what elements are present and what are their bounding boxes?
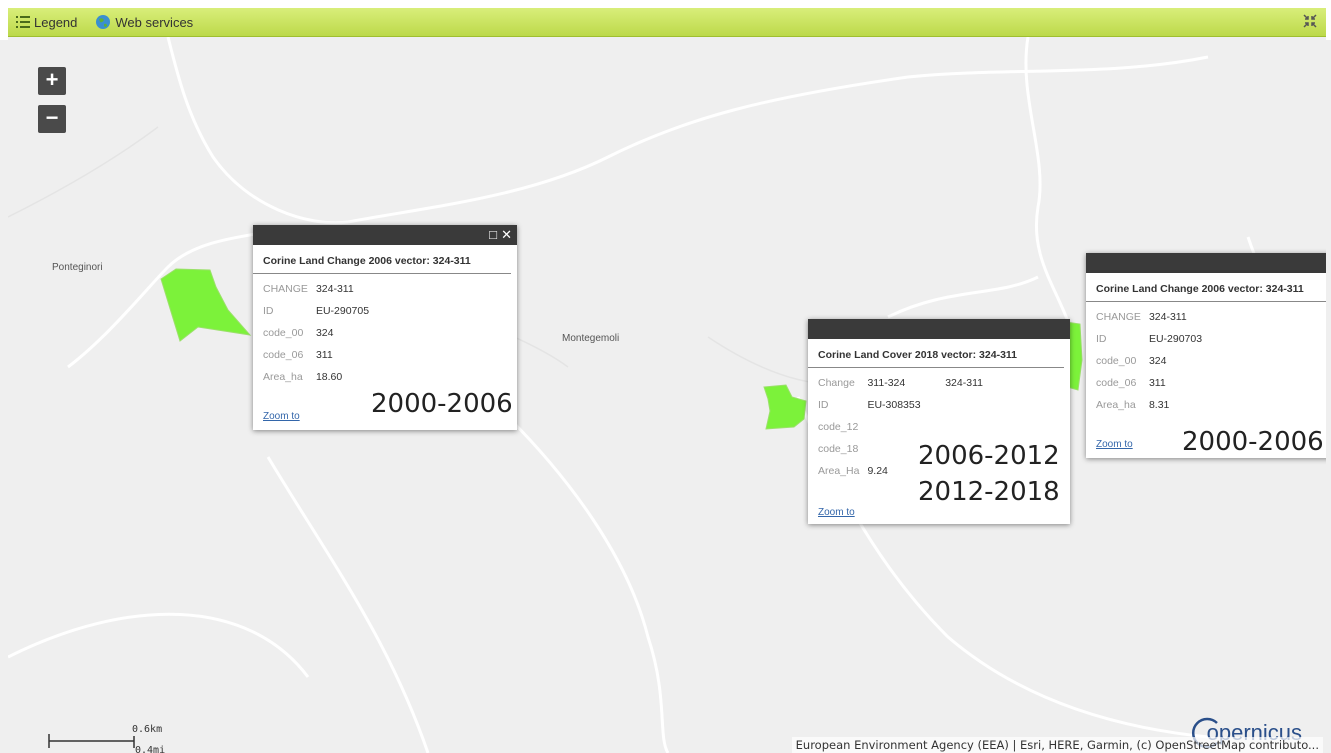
attr-key: ID — [1096, 333, 1107, 345]
period-label: 2000-2006 — [371, 389, 513, 419]
attr-value: EU-290703 — [1148, 333, 1203, 345]
attr-value: 311-324 — [867, 377, 906, 389]
popup-title: Corine Land Cover 2018 vector: 324-311 — [808, 339, 1064, 368]
attr-key: code_06 — [263, 349, 304, 361]
table-row: Change 311-324 324-311 — [818, 372, 983, 394]
attr-value: EU-308353 — [867, 399, 921, 411]
table-row: code_12 — [818, 416, 983, 438]
zoom-to-link[interactable]: Zoom to — [818, 507, 855, 518]
table-row: code_00 324 — [263, 322, 369, 344]
attr-value: 324-311 — [1148, 311, 1187, 323]
period-label: 2000-2006 — [1182, 427, 1324, 457]
attr-key: code_12 — [818, 421, 859, 433]
period-label: 2012-2018 — [918, 477, 1060, 507]
table-row: ID EU-290705 — [263, 300, 369, 322]
attr-key: Area_ha — [263, 371, 303, 383]
close-icon[interactable]: ✕ — [501, 227, 512, 243]
attr-value: 324 — [1148, 355, 1167, 367]
attribute-table: CHANGE 324-311 ID EU-290703 code_00 324 cod… — [1096, 306, 1202, 416]
attr-key: code_00 — [263, 327, 304, 339]
toolbar: Legend Web services — [0, 0, 1331, 50]
place-label-ponteginori: Ponteginori — [52, 262, 103, 273]
popup-title: Corine Land Change 2006 vector: 324-311 — [253, 245, 511, 274]
attr-value: 8.31 — [1148, 399, 1170, 411]
attr-key: Area_ha — [1096, 399, 1136, 411]
attr-key: Area_Ha — [818, 465, 860, 477]
land-change-polygon-2[interactable] — [762, 383, 812, 433]
attr-key: ID — [263, 305, 274, 317]
maximize-icon[interactable]: □ — [489, 227, 497, 242]
attr-value: 324-311 — [315, 283, 354, 295]
popup-header — [808, 319, 1070, 339]
globe-icon — [96, 15, 111, 29]
scale-bar: 0.6km 0.4mi — [48, 724, 165, 753]
legend-icon — [16, 16, 30, 28]
popup-header: □ ✕ — [253, 225, 517, 245]
legend-button[interactable]: Legend — [16, 15, 77, 30]
place-label-montegemoli: Montegemoli — [562, 333, 620, 344]
zoom-to-link[interactable]: Zoom to — [263, 411, 300, 422]
land-change-polygon-1[interactable] — [158, 265, 258, 345]
attr-value: EU-290705 — [315, 305, 370, 317]
table-row: code_06 311 — [263, 344, 369, 366]
attr-key: code_18 — [818, 443, 859, 455]
scale-km-label: 0.6km — [132, 724, 163, 735]
popup-header: □ — [1086, 253, 1326, 273]
table-row: ID EU-308353 — [818, 394, 983, 416]
attr-value: 311 — [315, 349, 333, 361]
web-services-button[interactable]: Web services — [95, 14, 193, 30]
table-row: ID EU-290703 — [1096, 328, 1202, 350]
table-row: Area_ha 18.60 — [263, 366, 369, 388]
attr-value: 324 — [315, 327, 334, 339]
table-row: CHANGE 324-311 — [1096, 306, 1202, 328]
map[interactable]: Ponteginori Montegemoli + − □ ✕ Corine L… — [8, 37, 1326, 753]
web-services-label: Web services — [115, 14, 194, 30]
info-popup-1: □ ✕ Corine Land Change 2006 vector: 324-… — [253, 225, 517, 430]
attr-key: code_00 — [1096, 355, 1137, 367]
attr-value: 324-311 — [945, 377, 983, 389]
zoom-in-button[interactable]: + — [38, 67, 66, 95]
info-popup-3: □ Corine Land Change 2006 vector: 324-31… — [1086, 253, 1326, 458]
scale-mi-label: 0.4mi — [135, 745, 166, 753]
toolbar-bar: Legend Web services — [8, 8, 1326, 37]
attr-key: CHANGE — [263, 283, 308, 295]
attr-key: ID — [818, 399, 829, 411]
table-row: code_06 311 — [1096, 372, 1202, 394]
attr-key: CHANGE — [1096, 311, 1141, 323]
zoom-out-button[interactable]: − — [38, 105, 66, 133]
attr-value — [867, 416, 945, 438]
legend-label: Legend — [34, 14, 78, 30]
popup-title: Corine Land Change 2006 vector: 324-311 — [1086, 273, 1326, 302]
attribute-table: CHANGE 324-311 ID EU-290705 code_00 324 cod… — [263, 278, 369, 388]
zoom-to-link[interactable]: Zoom to — [1096, 439, 1133, 450]
attr-key: code_06 — [1096, 377, 1137, 389]
attr-key: Change — [818, 377, 855, 389]
collapse-icon[interactable] — [1302, 13, 1318, 34]
info-popup-2: Corine Land Cover 2018 vector: 324-311 C… — [808, 319, 1070, 524]
attr-value: 311 — [1148, 377, 1166, 389]
period-label: 2006-2012 — [918, 441, 1060, 471]
attr-value: 18.60 — [315, 371, 343, 383]
table-row: CHANGE 324-311 — [263, 278, 369, 300]
table-row: Area_ha 8.31 — [1096, 394, 1202, 416]
map-attribution: European Environment Agency (EEA) | Esri… — [791, 737, 1323, 753]
table-row: code_00 324 — [1096, 350, 1202, 372]
